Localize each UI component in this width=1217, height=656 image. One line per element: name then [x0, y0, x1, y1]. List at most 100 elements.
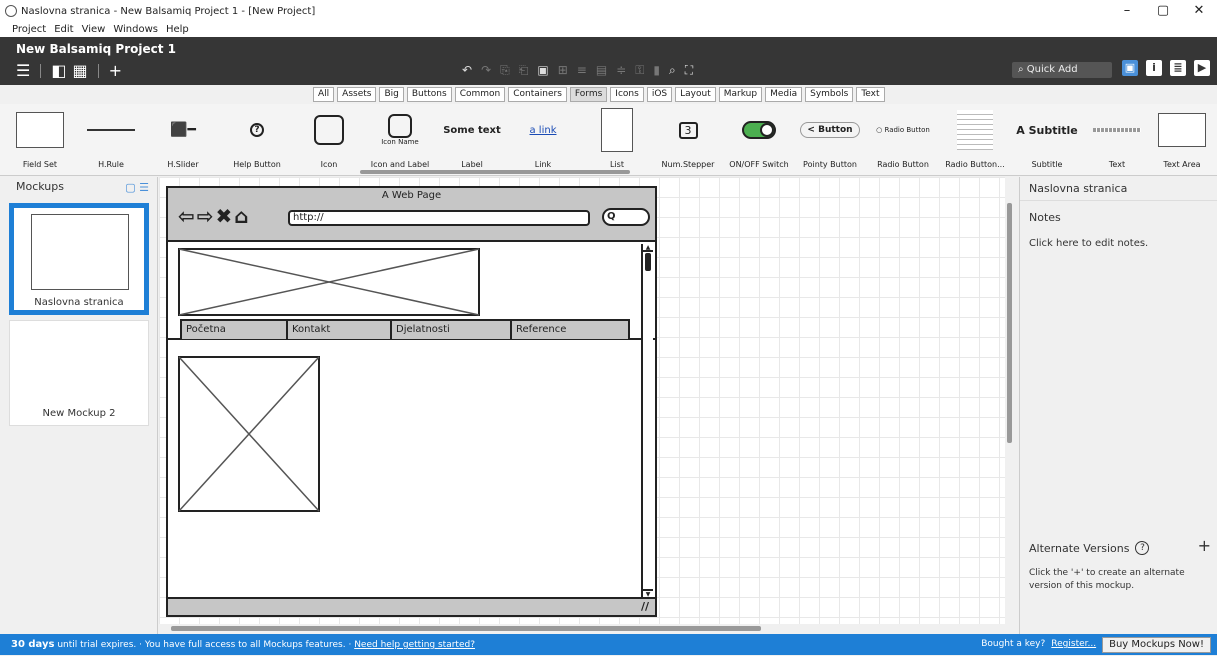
info-icon[interactable]: i: [1146, 60, 1162, 76]
list-preview: [601, 108, 633, 152]
undo-icon[interactable]: ↶: [462, 63, 472, 78]
panel-title: Naslovna stranica: [1020, 177, 1217, 201]
library-item-num-stepper[interactable]: 3 Num.Stepper: [653, 108, 723, 169]
close-button[interactable]: ✕: [1181, 0, 1217, 22]
fullscreen-icon[interactable]: ⛶: [685, 63, 693, 78]
mockup-thumbnail-new-2[interactable]: New Mockup 2: [9, 320, 149, 426]
library-item-field-set[interactable]: Field Set: [5, 108, 75, 169]
category-tab-symbols[interactable]: Symbols: [805, 87, 854, 102]
category-tab-big[interactable]: Big: [379, 87, 404, 102]
present-icon[interactable]: ▶: [1194, 60, 1210, 76]
help-button-preview: ?: [250, 123, 264, 137]
scroll-thumb[interactable]: [171, 626, 761, 631]
image-placeholder-banner: [178, 248, 480, 316]
switch-preview: [742, 121, 776, 139]
category-tab-ios[interactable]: iOS: [646, 87, 673, 102]
library-item-radio-button-group[interactable]: Radio Button...: [940, 108, 1010, 169]
alternate-versions-header: Alternate Versions ?: [1029, 541, 1150, 555]
find-icon[interactable]: ⌕: [669, 63, 676, 78]
link-preview: a link: [529, 124, 557, 136]
library-item-h-rule[interactable]: H.Rule: [76, 108, 146, 169]
library-item-label: Field Set: [22, 160, 58, 169]
menu-view[interactable]: View: [78, 22, 110, 37]
category-tab-media[interactable]: Media: [765, 87, 803, 102]
browser-search-icon: Q: [602, 208, 650, 226]
buy-mockups-button[interactable]: Buy Mockups Now!: [1102, 636, 1211, 653]
scroll-thumb[interactable]: [1007, 203, 1012, 443]
library-item-list[interactable]: List: [582, 108, 652, 169]
library-item-text[interactable]: Text: [1082, 108, 1152, 169]
notes-label: Notes: [1029, 211, 1061, 224]
category-tab-assets[interactable]: Assets: [337, 87, 377, 102]
redo-icon[interactable]: ↷: [481, 63, 491, 78]
category-tab-buttons[interactable]: Buttons: [406, 87, 452, 102]
quick-add-input[interactable]: ⌕ Quick Add: [1012, 62, 1112, 78]
library-item-link[interactable]: a link Link: [508, 108, 578, 170]
library-item-text-area[interactable]: Text Area: [1147, 108, 1217, 169]
maximize-button[interactable]: ▢: [1145, 0, 1181, 22]
help-getting-started-link[interactable]: Need help getting started?: [354, 640, 475, 650]
category-tab-all[interactable]: All: [313, 87, 335, 102]
mockup-thumbnail-naslovna[interactable]: Naslovna stranica: [9, 203, 149, 315]
menu-project[interactable]: Project: [0, 22, 50, 37]
menu-edit[interactable]: Edit: [50, 22, 77, 37]
align-icon[interactable]: ≡: [577, 63, 587, 78]
image-placeholder-content: [178, 356, 320, 512]
paste-icon[interactable]: ⎗: [519, 63, 529, 78]
library-scrollbar[interactable]: [360, 170, 630, 174]
mockup-name: Naslovna stranica: [34, 297, 124, 308]
grid-view-icon[interactable]: ▦: [72, 61, 87, 80]
subtitle-preview: A Subtitle: [1016, 123, 1078, 137]
search-icon: ⌕: [1018, 64, 1024, 75]
arrange-icon[interactable]: ▤: [596, 63, 607, 78]
notes-icon[interactable]: ≣: [1170, 60, 1186, 76]
mockup-scroll-thumb: [645, 253, 651, 271]
minimize-button[interactable]: –: [1109, 0, 1145, 22]
library-item-subtitle[interactable]: A Subtitle Subtitle: [1012, 108, 1082, 170]
category-tab-markup[interactable]: Markup: [718, 87, 763, 102]
category-tab-icons[interactable]: Icons: [610, 87, 644, 102]
lock-icon[interactable]: ⚿: [635, 63, 644, 78]
distribute-icon[interactable]: ≑: [616, 63, 626, 78]
menu-windows[interactable]: Windows: [109, 22, 162, 37]
library-item-icon[interactable]: Icon: [294, 108, 364, 169]
copy-icon[interactable]: ⎘: [500, 63, 510, 78]
library-item-label-comp[interactable]: Some text Label: [437, 108, 507, 170]
delete-icon[interactable]: ▮: [653, 63, 660, 78]
tab-reference: Reference: [510, 319, 630, 339]
notes-edit-area[interactable]: Click here to edit notes.: [1020, 224, 1217, 249]
menu-help[interactable]: Help: [162, 22, 193, 37]
library-item-h-slider[interactable]: ⬛━ H.Slider: [148, 108, 218, 169]
web-page-mockup[interactable]: A Web Page ⇦⇨✖⌂ http:// Q Početna Kontak…: [166, 186, 657, 617]
view-toggle-icon[interactable]: ▢ ☰: [125, 181, 149, 194]
status-bar: 30 days until trial expires. · You have …: [0, 634, 1217, 655]
single-view-icon[interactable]: ◧: [51, 61, 66, 80]
add-mockup-icon[interactable]: +: [109, 61, 122, 80]
library-item-icon-and-label[interactable]: Icon Name Icon and Label: [365, 108, 435, 169]
hamburger-menu-icon[interactable]: ☰: [16, 61, 30, 80]
group-icon[interactable]: ⊞: [558, 63, 568, 78]
add-alternate-icon[interactable]: +: [1198, 536, 1211, 555]
trial-text: until trial expires.: [57, 640, 137, 650]
ui-library-icon[interactable]: ▣: [1122, 60, 1138, 76]
category-tab-common[interactable]: Common: [454, 87, 506, 102]
help-icon[interactable]: ?: [1135, 541, 1150, 555]
clipboard-icon[interactable]: ▣: [537, 63, 548, 78]
canvas-horizontal-scrollbar[interactable]: [159, 624, 1005, 633]
canvas-vertical-scrollbar[interactable]: [1005, 177, 1014, 624]
library-item-pointy-button[interactable]: < Button Pointy Button: [795, 108, 865, 169]
library-item-label: Help Button: [233, 160, 281, 169]
thumbnail-preview: [14, 208, 144, 310]
library-item-on-off-switch[interactable]: ON/OFF Switch: [724, 108, 794, 169]
icon-preview: [314, 115, 344, 145]
category-tab-layout[interactable]: Layout: [675, 87, 716, 102]
register-link[interactable]: Register...: [1051, 634, 1096, 655]
library-item-radio-button[interactable]: ○ Radio Button Radio Button: [868, 108, 938, 169]
window-controls: – ▢ ✕: [1109, 0, 1217, 22]
project-name[interactable]: New Balsamiq Project 1: [16, 42, 176, 56]
library-item-label: Radio Button: [877, 160, 929, 169]
category-tab-containers[interactable]: Containers: [508, 87, 567, 102]
category-tab-text[interactable]: Text: [856, 87, 885, 102]
library-item-help-button[interactable]: ? Help Button: [222, 108, 292, 169]
category-tab-forms[interactable]: Forms: [569, 87, 608, 102]
